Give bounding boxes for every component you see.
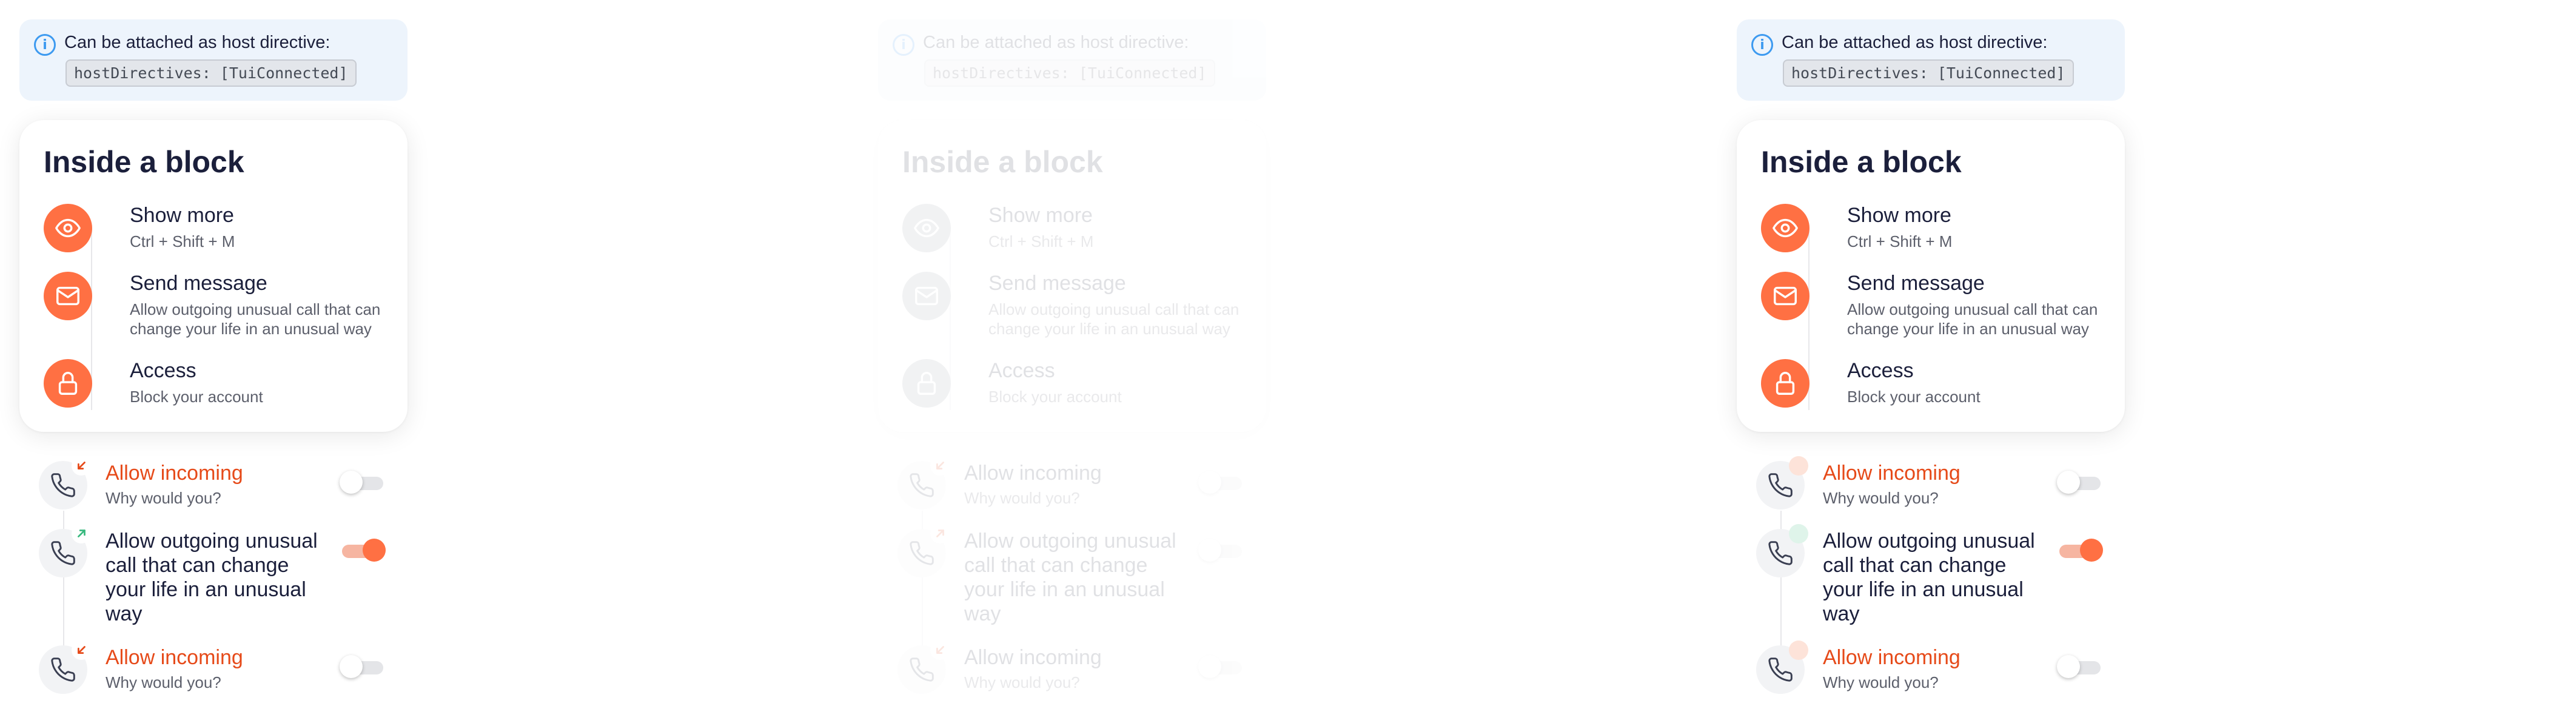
incoming-status-dot-icon [1789, 641, 1808, 660]
note-text: Can be attached as host directive: [923, 33, 1189, 52]
eye-icon [902, 204, 951, 252]
lock-icon [902, 359, 951, 408]
call-title: Allow outgoing unusual call that can cha… [1823, 530, 2035, 625]
call-title: Allow incoming [964, 646, 1102, 669]
item-subtitle: Allow outgoing unusual call that can cha… [988, 300, 1239, 338]
note-text: Can be attached as host directive: [1782, 33, 2048, 52]
mail-icon [902, 272, 951, 320]
outgoing-status-dot-icon [1789, 524, 1808, 543]
panel-normal: i Can be attached as host directive: hos… [0, 0, 859, 723]
call-title: Allow incoming [964, 462, 1102, 485]
call-title: Allow incoming [106, 646, 243, 669]
mail-icon [44, 272, 92, 320]
item-title: Show more [1847, 204, 1951, 227]
incoming-arrow-icon [930, 456, 950, 476]
call-toggle[interactable] [340, 469, 386, 495]
item-subtitle: Block your account [988, 388, 1122, 406]
item-title: Send message [1847, 272, 1985, 295]
incoming-status-dot-icon [1789, 456, 1808, 476]
host-directive-note: i Can be attached as host directive: hos… [878, 19, 1266, 101]
call-toggle[interactable] [2057, 537, 2103, 563]
outgoing-arrow-icon [930, 524, 950, 543]
call-subtitle: Why would you? [106, 673, 221, 691]
call-title: Allow incoming [1823, 462, 1961, 485]
item-title: Show more [988, 204, 1093, 227]
code-snippet: hostDirectives: [TuiConnected] [65, 59, 357, 87]
panel-faded: i Can be attached as host directive: hos… [859, 0, 1717, 723]
item-title: Access [130, 359, 196, 382]
call-subtitle: Why would you? [1823, 673, 1939, 691]
call-toggle[interactable] [340, 654, 386, 679]
outgoing-arrow-icon [72, 524, 91, 543]
note-text: Can be attached as host directive: [64, 33, 330, 52]
incoming-arrow-icon [930, 641, 950, 660]
block-card: Inside a block Show more Ctrl + Shift + … [19, 120, 408, 432]
panel-content: i Can be attached as host directive: hos… [1717, 0, 2576, 723]
block-card: Inside a block Show more Ctrl + Shift + … [878, 120, 1266, 432]
call-toggle[interactable] [1198, 654, 1244, 679]
code-snippet: hostDirectives: [TuiConnected] [1783, 59, 2074, 87]
host-directive-note: i Can be attached as host directive: hos… [1737, 19, 2125, 101]
item-subtitle: Ctrl + Shift + M [988, 232, 1094, 251]
call-toggle[interactable] [340, 537, 386, 563]
call-toggle[interactable] [2057, 654, 2103, 679]
info-icon: i [34, 34, 56, 56]
code-snippet: hostDirectives: [TuiConnected] [924, 59, 1215, 87]
card-title: Inside a block [1761, 145, 1962, 179]
eye-icon [44, 204, 92, 252]
item-title: Show more [130, 204, 234, 227]
item-subtitle: Ctrl + Shift + M [1847, 232, 1953, 251]
item-subtitle: Allow outgoing unusual call that can cha… [1847, 300, 2098, 338]
mail-icon [1761, 272, 1810, 320]
panel-content: i Can be attached as host directive: hos… [859, 0, 1717, 723]
call-title: Allow incoming [1823, 646, 1961, 669]
call-title: Allow outgoing unusual call that can cha… [964, 530, 1176, 625]
item-subtitle: Block your account [1847, 388, 1981, 406]
call-toggle[interactable] [2057, 469, 2103, 495]
card-title: Inside a block [44, 145, 244, 179]
eye-icon [1761, 204, 1810, 252]
item-title: Access [1847, 359, 1914, 382]
call-subtitle: Why would you? [964, 673, 1080, 691]
call-title: Allow incoming [106, 462, 243, 485]
incoming-arrow-icon [72, 641, 91, 660]
item-subtitle: Block your account [130, 388, 263, 406]
card-title: Inside a block [902, 145, 1103, 179]
panel-normal-alt: i Can be attached as host directive: hos… [1717, 0, 2576, 723]
call-subtitle: Why would you? [964, 489, 1080, 507]
call-subtitle: Why would you? [106, 489, 221, 507]
info-icon: i [1751, 34, 1773, 56]
lock-icon [1761, 359, 1810, 408]
block-card: Inside a block Show more Ctrl + Shift + … [1737, 120, 2125, 432]
item-subtitle: Allow outgoing unusual call that can cha… [130, 300, 381, 338]
call-subtitle: Why would you? [1823, 489, 1939, 507]
call-toggle[interactable] [1198, 537, 1244, 563]
info-icon: i [893, 34, 914, 56]
item-subtitle: Ctrl + Shift + M [130, 232, 235, 251]
lock-icon [44, 359, 92, 408]
item-title: Send message [130, 272, 267, 295]
call-title: Allow outgoing unusual call that can cha… [106, 530, 318, 625]
call-toggle[interactable] [1198, 469, 1244, 495]
incoming-arrow-icon [72, 456, 91, 476]
panel-content: i Can be attached as host directive: hos… [0, 0, 859, 723]
item-title: Send message [988, 272, 1126, 295]
host-directive-note: i Can be attached as host directive: hos… [19, 19, 408, 101]
item-title: Access [988, 359, 1055, 382]
